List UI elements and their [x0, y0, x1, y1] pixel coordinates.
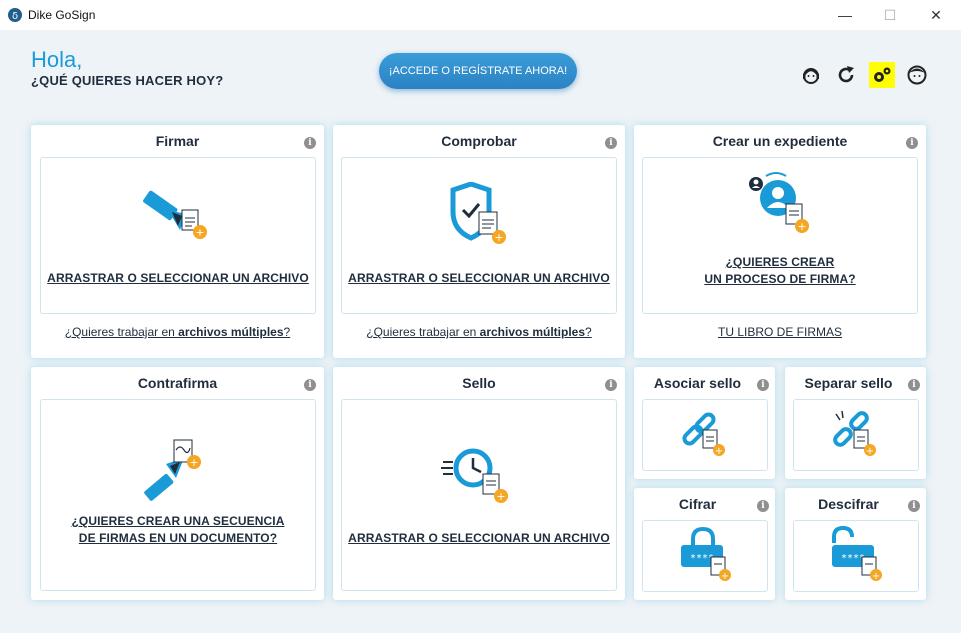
card-cifrar: Cifrar i **** +: [634, 488, 775, 600]
card-title: Contrafirma: [137, 375, 218, 391]
card-sello: Sello i + ARRASTRAR O SELECCIONAR UN ARC…: [333, 367, 625, 600]
link-chain-icon: +: [682, 412, 725, 457]
info-icon[interactable]: i: [605, 137, 617, 149]
info-icon[interactable]: i: [605, 379, 617, 391]
info-icon[interactable]: i: [304, 379, 316, 391]
svg-text:+: +: [494, 231, 503, 244]
svg-text:+: +: [195, 226, 204, 239]
minimize-button[interactable]: —: [822, 0, 868, 30]
multi-files-link[interactable]: ¿Quieres trabajar en archivos múltiples?: [31, 324, 324, 341]
card-contrafirma: Contrafirma i + ¿QUIERES CREAR UNA SECUE…: [31, 367, 324, 600]
drop-zone-sello[interactable]: + ARRASTRAR O SELECCIONAR UN ARCHIVO: [341, 399, 617, 591]
settings-gears-icon[interactable]: [869, 62, 895, 88]
refresh-icon[interactable]: [833, 62, 859, 88]
pen-sign-icon: +: [143, 190, 207, 239]
close-button[interactable]: ✕: [913, 0, 959, 30]
greeting: Hola,: [31, 47, 83, 72]
drop-zone-comprobar[interactable]: + ARRASTRAR O SELECCIONAR UN ARCHIVO: [341, 157, 617, 314]
password-mask: ****: [841, 553, 865, 564]
info-icon[interactable]: i: [908, 500, 920, 512]
card-title: Comprobar: [441, 133, 517, 149]
separate-seal-zone[interactable]: +: [793, 399, 919, 471]
support-agent-icon[interactable]: [798, 62, 824, 88]
card-title: Separar sello: [804, 375, 893, 391]
svg-text:+: +: [189, 456, 198, 469]
create-process-link-line2[interactable]: UN PROCESO DE FIRMA?: [643, 271, 917, 288]
page-question: ¿QUÉ QUIERES HACER HOY?: [31, 73, 224, 88]
svg-text:+: +: [872, 571, 880, 582]
create-process-link-line1[interactable]: ¿QUIERES CREAR: [643, 254, 917, 271]
svg-text:+: +: [496, 490, 505, 503]
user-process-icon: +: [749, 172, 809, 233]
app-logo-icon: δ: [8, 8, 22, 22]
info-icon[interactable]: i: [908, 379, 920, 391]
countersign-link-line1[interactable]: ¿QUIERES CREAR UNA SECUENCIA: [41, 513, 315, 530]
multi-files-link[interactable]: ¿Quieres trabajar en archivos múltiples?: [333, 324, 625, 341]
card-title: Sello: [462, 375, 496, 391]
associate-seal-zone[interactable]: +: [642, 399, 768, 471]
lock-closed-icon: **** +: [681, 526, 731, 582]
user-profile-icon[interactable]: [904, 62, 930, 88]
login-register-button[interactable]: ¡ACCEDE O REGÍSTRATE AHORA!: [379, 53, 577, 89]
card-asociar-sello: Asociar sello i +: [634, 367, 775, 479]
svg-text:+: +: [715, 446, 723, 457]
card-descifrar: Descifrar i **** +: [785, 488, 926, 600]
shield-check-icon: +: [450, 182, 506, 244]
encrypt-zone[interactable]: **** +: [642, 520, 768, 592]
password-mask: ****: [690, 553, 714, 564]
info-icon[interactable]: i: [757, 379, 769, 391]
card-comprobar: Comprobar i + ARRASTRAR O SELECCIONAR UN…: [333, 125, 625, 358]
card-title: Descifrar: [818, 496, 879, 512]
card-expediente: Crear un expediente i + ¿QUIERES CREAR U…: [634, 125, 926, 358]
window-title: Dike GoSign: [28, 8, 96, 22]
broken-link-icon: +: [833, 410, 876, 457]
title-bar: δ Dike GoSign: [0, 0, 961, 30]
info-icon[interactable]: i: [906, 137, 918, 149]
countersign-link-line2[interactable]: DE FIRMAS EN UN DOCUMENTO?: [41, 530, 315, 547]
select-file-link[interactable]: ARRASTRAR O SELECCIONAR UN ARCHIVO: [41, 270, 315, 287]
card-separar-sello: Separar sello i +: [785, 367, 926, 479]
drop-zone-firmar[interactable]: + ARRASTRAR O SELECCIONAR UN ARCHIVO: [40, 157, 316, 314]
lock-open-icon: **** +: [832, 525, 882, 582]
countersign-zone[interactable]: + ¿QUIERES CREAR UNA SECUENCIA DE FIRMAS…: [40, 399, 316, 591]
card-title: Cifrar: [678, 496, 717, 512]
timestamp-clock-icon: +: [441, 448, 508, 503]
card-firmar: Firmar i + ARRASTRAR O SELECCIONAR UN AR…: [31, 125, 324, 358]
svg-text:+: +: [797, 220, 806, 233]
maximize-button[interactable]: ☐: [867, 0, 913, 30]
info-icon[interactable]: i: [757, 500, 769, 512]
decrypt-zone[interactable]: **** +: [793, 520, 919, 592]
countersign-pen-icon: +: [144, 439, 201, 501]
svg-text:+: +: [721, 571, 729, 582]
select-file-link[interactable]: ARRASTRAR O SELECCIONAR UN ARCHIVO: [342, 270, 616, 287]
svg-text:+: +: [866, 446, 874, 457]
info-icon[interactable]: i: [304, 137, 316, 149]
card-title: Crear un expediente: [712, 133, 848, 149]
select-file-link[interactable]: ARRASTRAR O SELECCIONAR UN ARCHIVO: [342, 530, 616, 547]
svg-text:δ: δ: [12, 11, 18, 22]
card-title: Asociar sello: [653, 375, 742, 391]
signature-book-link[interactable]: TU LIBRO DE FIRMAS: [634, 324, 926, 341]
create-process-zone[interactable]: + ¿QUIERES CREAR UN PROCESO DE FIRMA?: [642, 157, 918, 314]
card-title: Firmar: [155, 133, 200, 149]
